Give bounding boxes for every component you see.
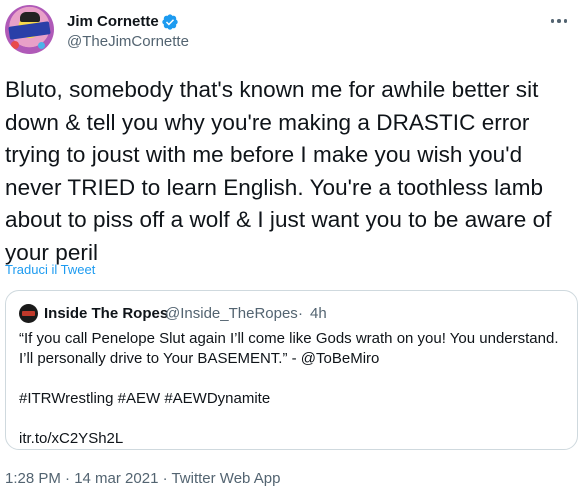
- tweet-metadata[interactable]: 1:28 PM · 14 mar 2021 · Twitter Web App: [5, 470, 280, 488]
- tweet: Jim Cornette @TheJimCornette Bluto, some…: [0, 0, 582, 493]
- verified-badge-icon: [162, 14, 178, 30]
- author-handle[interactable]: @TheJimCornette: [67, 33, 189, 51]
- quoted-separator: ·: [298, 305, 303, 322]
- translate-link[interactable]: Traduci il Tweet: [5, 262, 95, 278]
- more-options-icon[interactable]: [548, 14, 570, 28]
- quoted-tweet-text: “If you call Penelope Slut again I’ll co…: [19, 330, 559, 447]
- tweet-text: Bluto, somebody that's known me for awhi…: [5, 77, 552, 265]
- quoted-author-name: Inside The Ropes: [44, 305, 169, 322]
- quoted-avatar[interactable]: [19, 304, 38, 323]
- author-name[interactable]: Jim Cornette: [67, 13, 159, 31]
- quoted-tweet[interactable]: Inside The Ropes @Inside_TheRopes · 4h “…: [5, 290, 578, 450]
- author-avatar[interactable]: [5, 5, 54, 54]
- quoted-author-handle: @Inside_TheRopes: [165, 305, 298, 322]
- quoted-timestamp[interactable]: 4h: [310, 305, 327, 323]
